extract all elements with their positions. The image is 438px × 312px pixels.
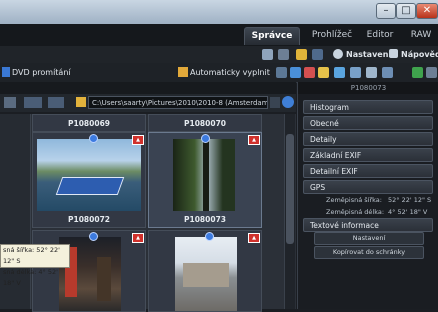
building-shape [183, 263, 229, 287]
section-histogram[interactable]: Histogram [303, 100, 433, 114]
share-icon[interactable] [290, 67, 301, 78]
thumbnail-label: P1080072 [67, 215, 111, 224]
section-detailed-exif[interactable]: Detailní EXIF [303, 164, 433, 178]
globe-icon[interactable] [282, 96, 294, 108]
thumbnail-header-1: P1080069 [32, 114, 146, 132]
screen-icon[interactable] [312, 49, 323, 60]
gps-lat-label: Zeměpisná šířka: [326, 196, 382, 204]
building-shape [97, 257, 111, 301]
sort-icon[interactable] [24, 97, 42, 108]
thumbnail-item[interactable]: ▲ P1080072 [32, 132, 146, 228]
grid-icon[interactable] [366, 67, 377, 78]
folder-icon [76, 97, 86, 107]
help-icon[interactable] [389, 49, 398, 58]
tooltip-line: sná délka: 4° 52' 18" V [3, 268, 58, 287]
thumbnail-header-2: P1080070 [148, 114, 262, 132]
path-dropdown-icon[interactable] [270, 97, 280, 108]
dvd-show-button[interactable]: DVD promítání [12, 65, 71, 80]
section-details[interactable]: Detaily [303, 132, 433, 146]
section-gps[interactable]: GPS [303, 180, 433, 194]
map-icon[interactable] [276, 67, 287, 78]
action-toolbar: DVD promítání Automaticky vyplnit [0, 63, 438, 83]
tab-spravce[interactable]: Správce [244, 27, 300, 45]
autofill-button[interactable]: Automaticky vyplnit [190, 65, 270, 80]
close-button[interactable]: ✕ [416, 3, 438, 19]
tab-editor[interactable]: Editor [362, 27, 398, 44]
thumbnail-label: P1080070 [183, 119, 227, 128]
settings-label[interactable]: Nastavení [346, 47, 391, 62]
path-input[interactable]: C:\Users\saarty\Pictures\2010\2010-8 (Am… [88, 96, 268, 109]
dvd-icon [2, 67, 10, 77]
print-icon[interactable] [382, 67, 393, 78]
gps-badge-icon: ▲ [248, 135, 260, 145]
gps-lon-value: 4° 52' 18" V [388, 208, 428, 216]
layout-icon[interactable] [278, 49, 289, 60]
street-photo [175, 237, 237, 311]
copy-to-clipboard-button[interactable]: Kopírovat do schránky [314, 246, 424, 259]
scrollbar[interactable] [284, 114, 295, 309]
settings-gear-icon[interactable] [333, 49, 343, 59]
tag-dot-icon [89, 134, 98, 143]
tag-dot-icon [89, 232, 98, 241]
tooltip-line: sná šířka: 52° 22' 12" S [3, 246, 60, 265]
mode-tabs: Správce Prohlížeč Editor RAW [0, 24, 438, 47]
tab-raw[interactable]: RAW [404, 27, 438, 44]
color-icon[interactable] [304, 67, 315, 78]
film-icon[interactable] [350, 67, 361, 78]
window-titlebar: – □ ✕ [0, 0, 438, 25]
gps-badge-icon: ▲ [132, 135, 144, 145]
thumbnail-label: P1080073 [183, 215, 227, 224]
thumbnail-label: P1080069 [67, 119, 111, 128]
current-file-name: P1080073 [298, 82, 438, 94]
filter-strip [0, 82, 296, 94]
search-icon[interactable] [412, 67, 423, 78]
maximize-button[interactable]: □ [396, 3, 416, 19]
address-bar: C:\Users\saarty\Pictures\2010\2010-8 (Am… [0, 94, 296, 112]
settings-button[interactable]: Nastavení [314, 232, 424, 245]
top-toolbar: Nastavení Nápověda [0, 46, 438, 63]
autofill-icon [178, 67, 188, 77]
more-icon[interactable] [426, 67, 437, 78]
view-mode-icon[interactable] [48, 97, 64, 108]
help-label[interactable]: Nápověda [401, 47, 438, 62]
gps-lat-value: 52° 22' 12" S [388, 196, 432, 204]
folder-icon[interactable] [296, 49, 307, 60]
gps-badge-icon: ▲ [132, 233, 144, 243]
tag-dot-icon [205, 232, 214, 241]
section-basic-exif[interactable]: Základní EXIF [303, 148, 433, 162]
minimize-button[interactable]: – [376, 3, 396, 19]
gps-tooltip: sná šířka: 52° 22' 12" S sná délka: 4° 5… [0, 244, 70, 287]
info-panel: P1080073 Histogram Obecné Detaily Základ… [297, 82, 438, 309]
section-text-info[interactable]: Textové informace [303, 218, 433, 232]
tree-trunk [203, 139, 209, 211]
scrollbar-thumb[interactable] [286, 134, 294, 244]
section-general[interactable]: Obecné [303, 116, 433, 130]
gps-lon-label: Zeměpisná délka: [326, 208, 385, 216]
nav-back-icon[interactable] [4, 97, 16, 108]
boat-shape [55, 177, 125, 195]
thumbnail-item[interactable]: ▲ [148, 230, 262, 312]
triangle-icon[interactable] [334, 67, 345, 78]
tree-photo [173, 139, 235, 211]
view-icon[interactable] [262, 49, 273, 60]
thumbnail-item-selected[interactable]: ▲ P1080073 [148, 132, 262, 228]
marker-icon[interactable] [318, 67, 329, 78]
tab-prohlizec[interactable]: Prohlížeč [308, 27, 356, 44]
canal-boat-photo [37, 139, 141, 211]
gps-badge-icon: ▲ [248, 233, 260, 243]
tag-dot-icon [201, 134, 210, 143]
